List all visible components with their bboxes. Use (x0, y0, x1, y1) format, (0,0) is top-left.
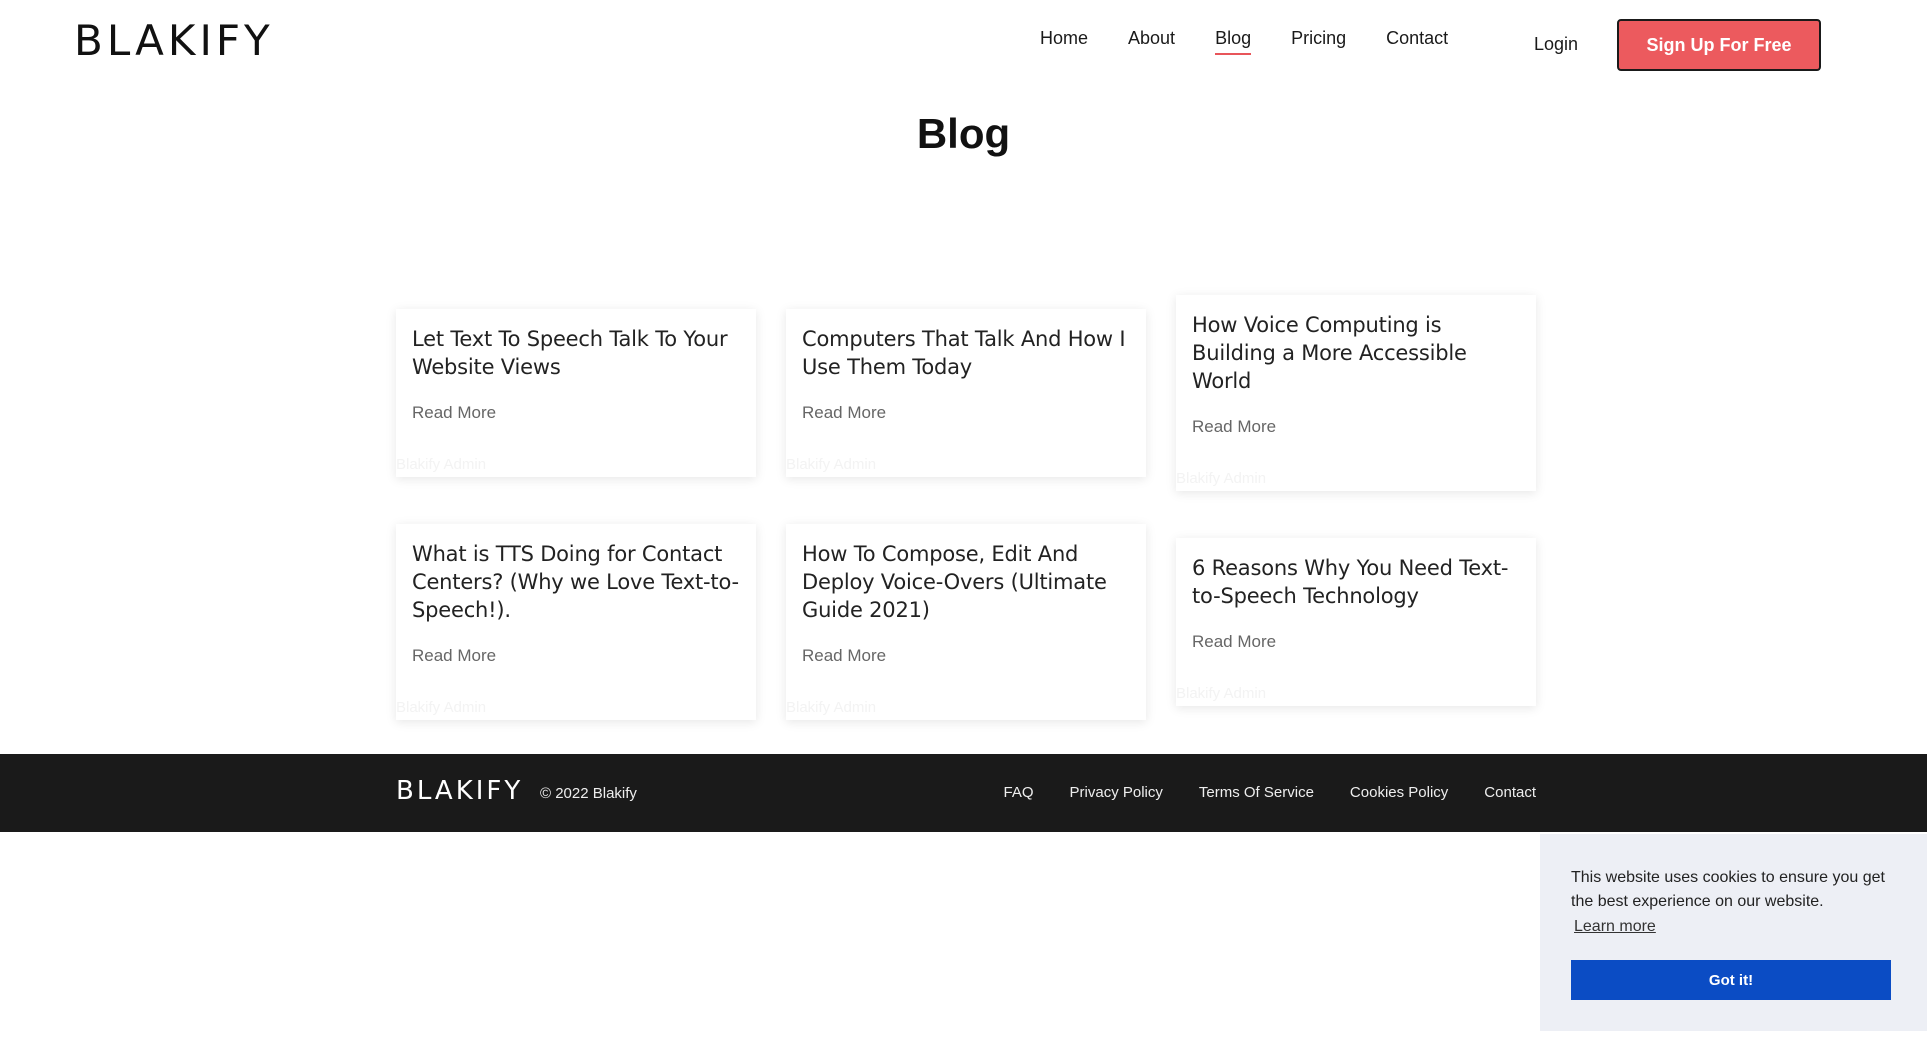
card-title[interactable]: Computers That Talk And How I Use Them T… (802, 325, 1130, 381)
nav-about[interactable]: About (1128, 28, 1175, 55)
main-nav: Home About Blog Pricing Contact (1040, 28, 1488, 55)
cookie-message: This website uses cookies to ensure you … (1571, 869, 1885, 910)
card-title[interactable]: 6 Reasons Why You Need Text-to-Speech Te… (1192, 554, 1520, 610)
card-author: Blakify Admin (396, 456, 487, 473)
footer-link-terms[interactable]: Terms Of Service (1199, 784, 1314, 801)
blog-card[interactable]: What is TTS Doing for Contact Centers? (… (396, 524, 756, 720)
read-more-link[interactable]: Read More (412, 646, 740, 666)
login-link[interactable]: Login (1534, 34, 1578, 55)
footer-link-faq[interactable]: FAQ (1004, 784, 1034, 801)
footer-link-contact[interactable]: Contact (1484, 784, 1536, 801)
card-author: Blakify Admin (786, 456, 877, 473)
footer-link-privacy[interactable]: Privacy Policy (1070, 784, 1163, 801)
footer-links: FAQ Privacy Policy Terms Of Service Cook… (968, 784, 1536, 801)
card-author: Blakify Admin (396, 699, 487, 716)
logo-text: BLAKIFY (74, 16, 274, 65)
blog-card[interactable]: Computers That Talk And How I Use Them T… (786, 309, 1146, 477)
nav-pricing[interactable]: Pricing (1291, 28, 1346, 55)
cookie-banner: This website uses cookies to ensure you … (1540, 834, 1927, 1031)
nav-home[interactable]: Home (1040, 28, 1088, 55)
footer-logo-text: BLAKIFY (396, 776, 524, 806)
read-more-link[interactable]: Read More (1192, 632, 1520, 652)
card-author: Blakify Admin (786, 699, 877, 716)
blog-card[interactable]: Let Text To Speech Talk To Your Website … (396, 309, 756, 477)
read-more-link[interactable]: Read More (802, 646, 1130, 666)
cookie-accept-button[interactable]: Got it! (1571, 960, 1891, 1000)
blog-card[interactable]: 6 Reasons Why You Need Text-to-Speech Te… (1176, 538, 1536, 706)
nav-blog[interactable]: Blog (1215, 28, 1252, 55)
site-footer: BLAKIFY © 2022 Blakify FAQ Privacy Polic… (0, 754, 1927, 832)
cookie-learn-more-link[interactable]: Learn more (1574, 918, 1656, 936)
site-header: BLAKIFY Home About Blog Pricing Contact … (0, 0, 1927, 90)
read-more-link[interactable]: Read More (1192, 417, 1520, 437)
copyright-text: © 2022 Blakify (540, 785, 637, 802)
page-title: Blog (916, 110, 1011, 157)
card-title[interactable]: How Voice Computing is Building a More A… (1192, 311, 1520, 395)
blog-card[interactable]: How Voice Computing is Building a More A… (1176, 295, 1536, 491)
blakify-logo[interactable]: BLAKIFY (74, 20, 274, 62)
card-author: Blakify Admin (1176, 685, 1267, 702)
card-title[interactable]: What is TTS Doing for Contact Centers? (… (412, 540, 740, 624)
read-more-link[interactable]: Read More (412, 403, 740, 423)
read-more-link[interactable]: Read More (802, 403, 1130, 423)
card-author: Blakify Admin (1176, 470, 1267, 487)
blog-card[interactable]: How To Compose, Edit And Deploy Voice-Ov… (786, 524, 1146, 720)
signup-button[interactable]: Sign Up For Free (1617, 19, 1821, 71)
card-title[interactable]: Let Text To Speech Talk To Your Website … (412, 325, 740, 381)
card-title[interactable]: How To Compose, Edit And Deploy Voice-Ov… (802, 540, 1130, 624)
nav-contact[interactable]: Contact (1386, 28, 1448, 55)
footer-link-cookies[interactable]: Cookies Policy (1350, 784, 1448, 801)
footer-logo[interactable]: BLAKIFY (396, 778, 523, 804)
